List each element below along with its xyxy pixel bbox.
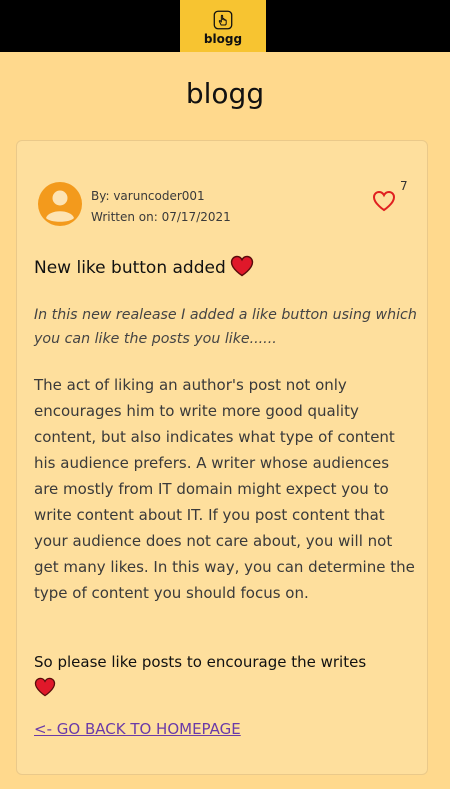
cta-text: So please like posts to encourage the wr… — [34, 653, 367, 671]
post-intro: In this new realease I added a like butt… — [34, 307, 417, 347]
author-row: By: varuncoder001 Written on: 07/17/2021… — [38, 179, 408, 230]
back-to-homepage-link[interactable]: <- GO BACK TO HOMEPAGE — [34, 719, 241, 739]
author-line: By: varuncoder001 — [91, 189, 205, 203]
post-meta: By: varuncoder001 Written on: 07/17/2021 — [91, 186, 231, 228]
heart-filled-icon — [230, 255, 253, 277]
top-bar: blogg — [0, 0, 450, 52]
user-avatar-icon — [38, 182, 82, 226]
date-line: Written on: 07/17/2021 — [91, 210, 231, 224]
logo-button[interactable]: blogg — [180, 0, 266, 52]
like-control: 7 — [364, 177, 410, 221]
post-title: New like button added — [34, 255, 414, 281]
like-count: 7 — [400, 179, 408, 193]
post-title-text: New like button added — [34, 258, 226, 278]
post-cta: So please like posts to encourage the wr… — [34, 649, 420, 697]
page-title: blogg — [185, 77, 265, 110]
heart-outline-icon[interactable] — [372, 190, 396, 212]
post-body: The act of liking an author's post not o… — [34, 376, 415, 602]
heart-filled-icon — [34, 677, 56, 697]
post-card: By: varuncoder001 Written on: 07/17/2021… — [16, 140, 428, 775]
hand-pointer-icon — [213, 10, 233, 29]
logo-text: blogg — [203, 31, 243, 46]
